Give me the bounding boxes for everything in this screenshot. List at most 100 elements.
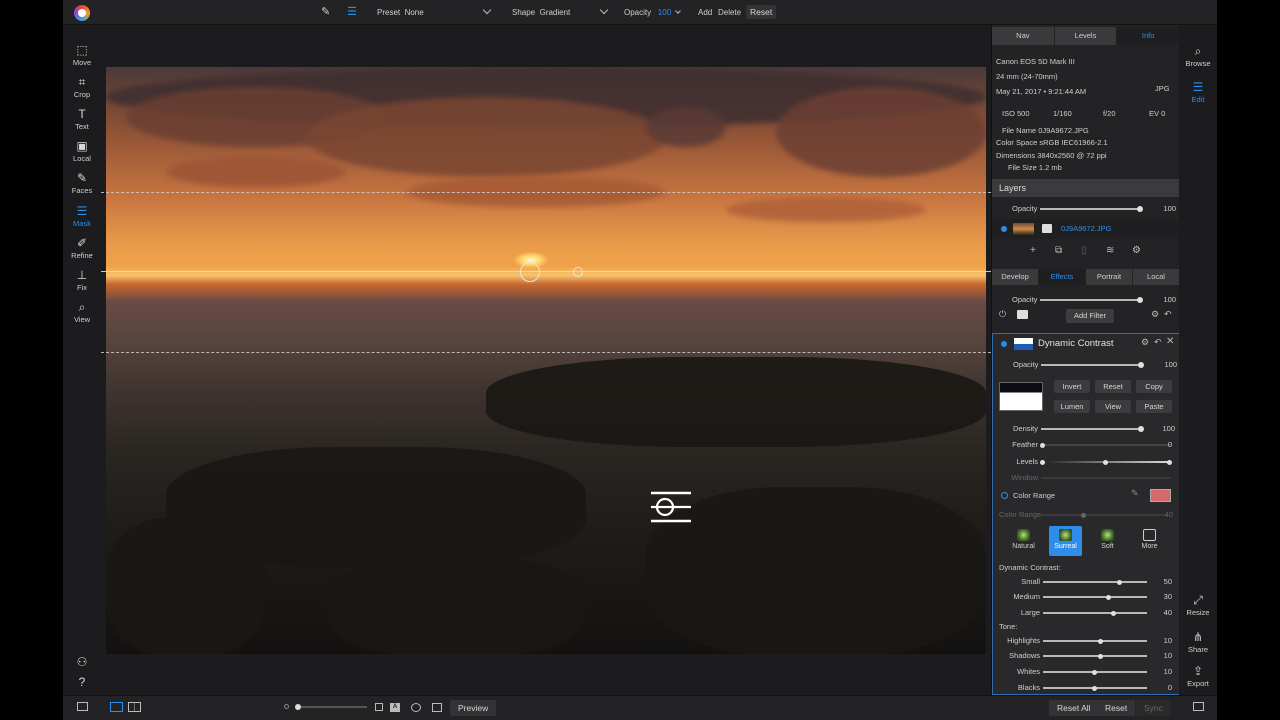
- preset-natural[interactable]: Natural: [1007, 526, 1040, 556]
- filter-opacity-slider[interactable]: [1041, 362, 1144, 368]
- preview-button[interactable]: Preview: [450, 700, 497, 716]
- tool-refine[interactable]: ✐ Refine: [63, 236, 101, 260]
- slider-knob[interactable]: [1092, 685, 1097, 691]
- layer-name[interactable]: 0J9A9672.JPG: [1061, 224, 1111, 233]
- slider-knob[interactable]: [295, 704, 301, 710]
- effects-opacity-slider[interactable]: [1040, 297, 1143, 303]
- small-slider[interactable]: [1043, 579, 1147, 585]
- opacity-control[interactable]: Opacity 100: [624, 0, 681, 25]
- slider-knob[interactable]: [1138, 426, 1144, 432]
- large-value[interactable]: 40: [1148, 608, 1172, 617]
- shadows-value[interactable]: 10: [1148, 651, 1172, 660]
- layers-opacity-value[interactable]: 100: [1152, 204, 1176, 213]
- slider-knob[interactable]: [1098, 638, 1103, 644]
- tab-local[interactable]: Local: [1133, 269, 1179, 285]
- copy-button[interactable]: Copy: [1136, 380, 1172, 393]
- levels-black-knob[interactable]: [1040, 459, 1045, 465]
- tool-mask[interactable]: ☰ Mask: [63, 204, 101, 228]
- small-value[interactable]: 50: [1148, 577, 1172, 586]
- tool-fix[interactable]: ⊥ Fix: [63, 268, 101, 292]
- effects-opacity-value[interactable]: 100: [1152, 295, 1176, 304]
- mask-view-icon[interactable]: [411, 703, 421, 712]
- tab-nav[interactable]: Nav: [992, 27, 1055, 45]
- whites-slider[interactable]: [1043, 669, 1147, 675]
- filter-opacity-value[interactable]: 100: [1153, 360, 1177, 369]
- duplicate-layer-icon[interactable]: ⧉: [1055, 245, 1062, 256]
- layer-visible-dot[interactable]: [1001, 226, 1007, 232]
- blacks-value[interactable]: 0: [1148, 683, 1172, 692]
- single-view-icon[interactable]: [110, 702, 123, 712]
- power-icon[interactable]: ⏻: [999, 309, 1006, 320]
- help-icon[interactable]: ?: [63, 675, 101, 690]
- add-button[interactable]: Add: [698, 0, 712, 25]
- blacks-slider[interactable]: [1043, 685, 1147, 691]
- preset-surreal[interactable]: Surreal: [1049, 526, 1082, 556]
- gradient-rotate-handle[interactable]: [573, 267, 583, 277]
- add-filter-button[interactable]: Add Filter: [1066, 309, 1114, 323]
- slider-knob[interactable]: [1106, 594, 1111, 600]
- slider-knob[interactable]: [1137, 206, 1143, 212]
- sidebar-toggle-icon[interactable]: [77, 702, 88, 711]
- gradient-center-handle[interactable]: [520, 262, 540, 282]
- shadows-slider[interactable]: [1043, 653, 1147, 659]
- gear-icon[interactable]: ⚙: [1141, 337, 1149, 348]
- sync-button[interactable]: Sync: [1136, 700, 1171, 716]
- reset-bottom-button[interactable]: Reset: [1097, 700, 1136, 716]
- whites-value[interactable]: 10: [1148, 667, 1172, 676]
- brush-icon[interactable]: ✎: [321, 0, 330, 25]
- density-value[interactable]: 100: [1151, 424, 1175, 433]
- add-layer-icon[interactable]: +: [1030, 245, 1036, 256]
- delete-layer-icon[interactable]: ▯: [1081, 245, 1087, 256]
- large-slider[interactable]: [1043, 610, 1147, 616]
- color-range-radio[interactable]: [1001, 492, 1008, 499]
- gear-icon[interactable]: ⚙: [1151, 309, 1159, 320]
- slider-knob[interactable]: [1092, 669, 1097, 675]
- view-button[interactable]: View: [1095, 400, 1131, 413]
- tab-info[interactable]: Info: [1117, 27, 1179, 45]
- slider-knob[interactable]: [1138, 362, 1144, 368]
- feather-value[interactable]: 0: [1148, 440, 1172, 449]
- gradient-mask-icon[interactable]: ☰: [347, 0, 357, 25]
- levels-slider[interactable]: [1040, 459, 1172, 465]
- tab-effects[interactable]: Effects: [1039, 269, 1086, 285]
- share-button[interactable]: ⋔ Share: [1179, 629, 1217, 654]
- color-range-toggle[interactable]: Color Range: [1013, 491, 1055, 500]
- auto-icon[interactable]: A: [390, 703, 400, 712]
- mask-pin-icon[interactable]: [651, 490, 691, 524]
- reset-button[interactable]: Reset: [1095, 380, 1131, 393]
- tool-crop[interactable]: ⌗ Crop: [63, 75, 101, 99]
- tool-move[interactable]: ⬚ Move: [63, 43, 101, 67]
- color-swatch[interactable]: [1150, 489, 1171, 502]
- tab-develop[interactable]: Develop: [992, 269, 1039, 285]
- export-button[interactable]: ⇪ Export: [1179, 663, 1217, 688]
- highlights-value[interactable]: 10: [1148, 636, 1172, 645]
- tab-portrait[interactable]: Portrait: [1086, 269, 1133, 285]
- stack-icon[interactable]: ≋: [1106, 245, 1114, 256]
- filter-enabled-dot[interactable]: [1001, 341, 1007, 347]
- slider-knob[interactable]: [1098, 653, 1103, 659]
- preset-more[interactable]: More: [1133, 526, 1166, 556]
- tab-levels[interactable]: Levels: [1054, 27, 1118, 45]
- slider-knob[interactable]: [1137, 297, 1143, 303]
- layers-header[interactable]: Layers: [992, 179, 1179, 197]
- shape-dropdown[interactable]: Shape Gradient: [512, 0, 608, 25]
- layer-mask-icon[interactable]: [1042, 224, 1052, 233]
- reset-all-button[interactable]: Reset All: [1049, 700, 1099, 716]
- gradient-top-guide[interactable]: [101, 192, 991, 193]
- levels-mid-knob[interactable]: [1103, 459, 1108, 465]
- filmstrip-view-icon[interactable]: [128, 702, 141, 712]
- slider-knob[interactable]: [1040, 442, 1045, 448]
- panel-toggle-icon[interactable]: [1193, 702, 1204, 711]
- gradient-center-line[interactable]: [101, 271, 991, 272]
- density-slider[interactable]: [1041, 426, 1144, 432]
- slider-knob[interactable]: [1117, 579, 1122, 585]
- undo-icon[interactable]: ↶: [1164, 309, 1172, 320]
- mask-toggle-icon[interactable]: [1017, 310, 1028, 319]
- edit-button[interactable]: ☰ Edit: [1179, 79, 1217, 104]
- compare-icon[interactable]: [432, 703, 442, 712]
- app-logo-icon[interactable]: [74, 5, 90, 21]
- resize-button[interactable]: ⤢ Resize: [1179, 592, 1217, 617]
- account-icon[interactable]: ⚇: [63, 655, 101, 670]
- undo-icon[interactable]: ↶: [1154, 337, 1162, 348]
- close-icon[interactable]: ✕: [1166, 336, 1174, 347]
